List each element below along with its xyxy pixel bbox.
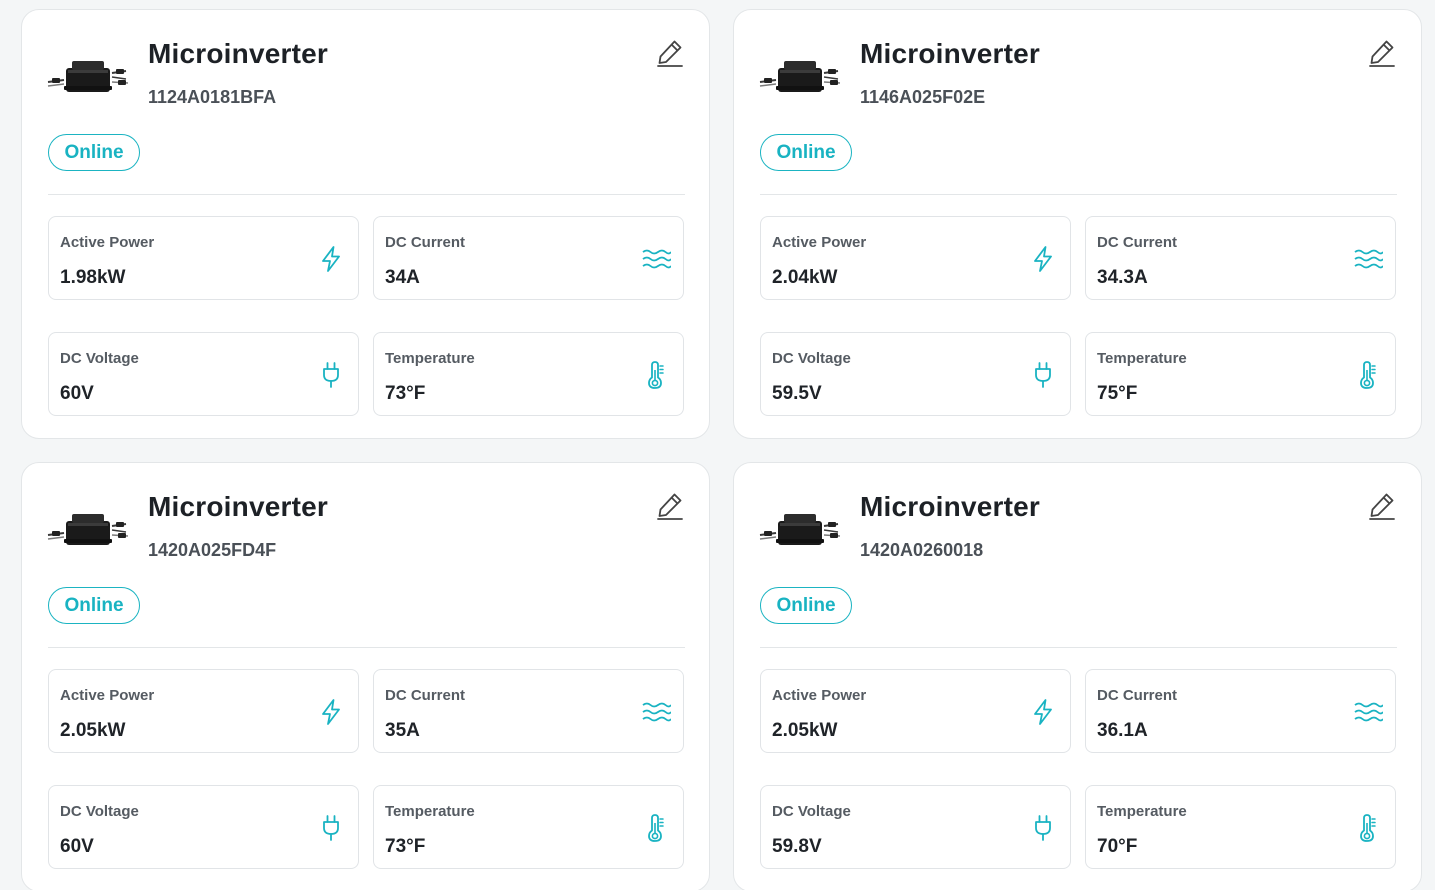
pencil-icon bbox=[1369, 493, 1395, 520]
metric-active-power: Active Power 2.05kW bbox=[48, 669, 359, 753]
metric-label: Temperature bbox=[385, 803, 475, 820]
metric-temperature: Temperature 70°F bbox=[1085, 785, 1396, 869]
plug-icon bbox=[316, 360, 346, 390]
metric-value: 1.98kW bbox=[60, 267, 126, 288]
metric-dc-current: DC Current 35A bbox=[373, 669, 684, 753]
metric-label: Temperature bbox=[1097, 803, 1187, 820]
plug-icon bbox=[1028, 360, 1058, 390]
device-serial-number: 1420A025FD4F bbox=[148, 540, 277, 560]
pencil-icon bbox=[657, 40, 683, 67]
metric-value: 59.5V bbox=[772, 383, 822, 404]
divider bbox=[48, 194, 685, 195]
metric-label: DC Voltage bbox=[772, 350, 851, 367]
pencil-icon bbox=[657, 493, 683, 520]
metric-dc-current: DC Current 34.3A bbox=[1085, 216, 1396, 300]
status-badge: Online bbox=[48, 587, 140, 624]
edit-button[interactable] bbox=[654, 36, 686, 68]
thermometer-icon bbox=[1353, 813, 1383, 843]
metric-value: 60V bbox=[60, 383, 94, 404]
lightning-bolt-icon bbox=[1028, 244, 1058, 274]
status-badge: Online bbox=[760, 587, 852, 624]
metric-label: DC Voltage bbox=[60, 803, 139, 820]
metric-dc-voltage: DC Voltage 59.8V bbox=[760, 785, 1071, 869]
metric-temperature: Temperature 73°F bbox=[373, 332, 684, 416]
metric-value: 36.1A bbox=[1097, 720, 1148, 741]
metric-value: 2.05kW bbox=[60, 720, 126, 741]
device-card-4[interactable]: Microinverter 1420A0260018 Online Active… bbox=[733, 462, 1422, 890]
device-title: Microinverter bbox=[860, 38, 1040, 69]
metric-label: DC Current bbox=[1097, 234, 1178, 251]
thermometer-icon bbox=[1353, 360, 1383, 390]
metric-active-power: Active Power 2.05kW bbox=[760, 669, 1071, 753]
thermometer-icon bbox=[641, 360, 671, 390]
device-serial-number: 1124A0181BFA bbox=[148, 87, 277, 107]
waves-icon bbox=[641, 244, 671, 274]
plug-icon bbox=[316, 813, 346, 843]
device-title: Microinverter bbox=[148, 38, 328, 69]
thermometer-icon bbox=[641, 813, 671, 843]
metric-label: DC Voltage bbox=[60, 350, 139, 367]
metric-label: Temperature bbox=[385, 350, 475, 367]
metric-active-power: Active Power 1.98kW bbox=[48, 216, 359, 300]
metric-dc-current: DC Current 34A bbox=[373, 216, 684, 300]
metric-value: 34.3A bbox=[1097, 267, 1148, 288]
waves-icon bbox=[1353, 697, 1383, 727]
microinverter-device-icon bbox=[758, 56, 842, 96]
lightning-bolt-icon bbox=[316, 244, 346, 274]
edit-button[interactable] bbox=[1366, 489, 1398, 521]
pencil-icon bbox=[1369, 40, 1395, 67]
metric-temperature: Temperature 73°F bbox=[373, 785, 684, 869]
metric-value: 2.04kW bbox=[772, 267, 838, 288]
device-card-3[interactable]: Microinverter 1420A025FD4F Online Active… bbox=[21, 462, 710, 890]
device-serial-number: 1146A025F02E bbox=[860, 87, 986, 107]
edit-button[interactable] bbox=[654, 489, 686, 521]
waves-icon bbox=[1353, 244, 1383, 274]
metric-label: DC Voltage bbox=[772, 803, 851, 820]
waves-icon bbox=[641, 697, 671, 727]
metric-value: 34A bbox=[385, 267, 420, 288]
metric-value: 2.05kW bbox=[772, 720, 838, 741]
microinverter-device-icon bbox=[46, 509, 130, 549]
edit-button[interactable] bbox=[1366, 36, 1398, 68]
microinverter-device-icon bbox=[758, 509, 842, 549]
metric-value: 35A bbox=[385, 720, 420, 741]
metric-value: 60V bbox=[60, 836, 94, 857]
lightning-bolt-icon bbox=[1028, 697, 1058, 727]
device-serial-number: 1420A0260018 bbox=[860, 540, 984, 560]
metric-dc-current: DC Current 36.1A bbox=[1085, 669, 1396, 753]
metric-temperature: Temperature 75°F bbox=[1085, 332, 1396, 416]
metric-value: 73°F bbox=[385, 383, 426, 404]
microinverter-device-icon bbox=[46, 56, 130, 96]
lightning-bolt-icon bbox=[316, 697, 346, 727]
divider bbox=[760, 194, 1397, 195]
metric-label: Active Power bbox=[772, 234, 867, 251]
metric-value: 59.8V bbox=[772, 836, 822, 857]
divider bbox=[760, 647, 1397, 648]
device-card-1[interactable]: Microinverter 1124A0181BFA Online Active… bbox=[21, 9, 710, 439]
metric-dc-voltage: DC Voltage 60V bbox=[48, 332, 359, 416]
metric-label: Active Power bbox=[60, 234, 155, 251]
metric-label: Temperature bbox=[1097, 350, 1187, 367]
divider bbox=[48, 647, 685, 648]
device-grid: Microinverter 1124A0181BFA Online Active… bbox=[0, 0, 1435, 890]
device-title: Microinverter bbox=[860, 491, 1040, 522]
metric-label: DC Current bbox=[385, 234, 466, 251]
device-title: Microinverter bbox=[148, 491, 328, 522]
status-badge: Online bbox=[760, 134, 852, 171]
metric-value: 73°F bbox=[385, 836, 426, 857]
metric-value: 75°F bbox=[1097, 383, 1138, 404]
metric-active-power: Active Power 2.04kW bbox=[760, 216, 1071, 300]
metric-dc-voltage: DC Voltage 60V bbox=[48, 785, 359, 869]
metric-dc-voltage: DC Voltage 59.5V bbox=[760, 332, 1071, 416]
metric-value: 70°F bbox=[1097, 836, 1138, 857]
metric-label: DC Current bbox=[1097, 687, 1178, 704]
metric-label: Active Power bbox=[60, 687, 155, 704]
status-badge: Online bbox=[48, 134, 140, 171]
metric-label: DC Current bbox=[385, 687, 466, 704]
metric-label: Active Power bbox=[772, 687, 867, 704]
plug-icon bbox=[1028, 813, 1058, 843]
device-card-2[interactable]: Microinverter 1146A025F02E Online Active… bbox=[733, 9, 1422, 439]
